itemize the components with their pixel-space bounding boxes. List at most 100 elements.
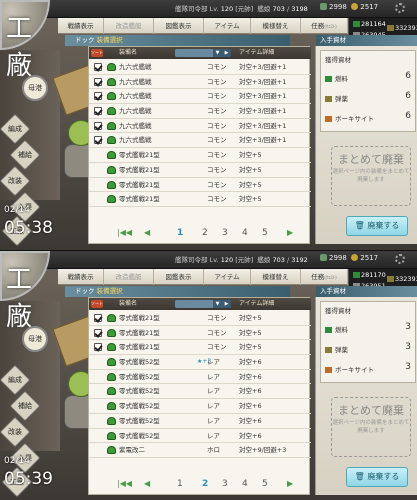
nav-2[interactable]: 図鑑表示 — [154, 18, 204, 34]
nav-0[interactable]: 戦績表示 — [58, 18, 104, 34]
equip-row[interactable]: 零式艦戦21型 コモン 対空+5 — [89, 192, 311, 207]
scrap-label: 廃棄する — [367, 221, 400, 230]
equip-row[interactable]: 九六式艦戦 コモン 対空+3/回避+1 — [89, 104, 311, 119]
bulk-scrap-area[interactable]: まとめて廃棄 選択ページ内の装備をまとめて廃棄します — [331, 146, 411, 206]
nav-5[interactable]: 任務(ｸｴｽﾄ) — [301, 269, 348, 285]
equip-row[interactable]: 零式艦戦52型 ★+3 レア 対空+6 — [89, 355, 311, 370]
sort-badge[interactable]: ソート — [91, 49, 103, 57]
page-5[interactable]: 5 — [262, 479, 268, 489]
nav-3[interactable]: アイテム — [204, 269, 251, 285]
equip-row[interactable]: 零式艦戦21型 コモン 対空+5 — [89, 178, 311, 193]
nav-2[interactable]: 図鑑表示 — [154, 269, 204, 285]
checkbox[interactable] — [94, 121, 102, 130]
admiral-info: 艦隊司令部 Lv. 120 [元帥] 艦娘 703 / 3192 — [175, 256, 308, 264]
equip-row[interactable]: 九六式艦戦 コモン 対空+3/回避+1 — [89, 119, 311, 134]
equip-row[interactable]: 零式艦戦52型 レア 対空+6 — [89, 429, 311, 444]
side-button-label: 補給 — [18, 151, 32, 159]
equip-row[interactable]: 零式艦戦52型 レア 対空+6 — [89, 399, 311, 414]
sort-right-icon[interactable]: ▶ — [222, 49, 231, 57]
scrap-label: 廃棄する — [367, 472, 400, 481]
sort-badge[interactable]: ソート — [91, 300, 103, 308]
equip-row[interactable]: 零式艦戦21型 コモン 対空+5 — [89, 311, 311, 326]
sort-down-icon[interactable]: ▼ — [213, 300, 222, 308]
equip-row[interactable]: 零式艦戦21型 コモン 対空+5 — [89, 340, 311, 356]
equip-row[interactable]: 九六式艦戦 コモン 対空+3/回避+1 — [89, 60, 311, 75]
checkbox[interactable] — [94, 136, 102, 145]
checkbox[interactable] — [94, 63, 102, 71]
equip-row[interactable]: 九六式艦戦 コモン 対空+3/回避+1 — [89, 89, 311, 105]
page-3[interactable]: 3 — [222, 479, 228, 489]
equip-detail: 対空+6 — [239, 416, 262, 425]
equip-row[interactable]: 紫電改二 ホロ 対空+9/回避+3 — [89, 443, 311, 458]
nav-3[interactable]: アイテム — [204, 18, 251, 34]
sort-down-icon[interactable]: ▼ — [213, 49, 222, 57]
scrap-button[interactable]: 🗑 廃棄する — [346, 467, 408, 487]
equip-row[interactable]: 零式艦戦52型 レア 対空+6 — [89, 370, 311, 385]
page-1[interactable]: 1 — [177, 228, 183, 238]
equip-row[interactable]: 零式艦戦52型 レア 対空+6 — [89, 414, 311, 429]
equip-row[interactable]: 零式艦戦21型 コモン 対空+5 — [89, 326, 311, 341]
nav-1[interactable]: 改造艦艇 — [104, 18, 154, 34]
page-2[interactable]: 2 — [202, 479, 208, 489]
ammo-row: 弾薬 3 — [325, 342, 413, 354]
page-2[interactable]: 2 — [202, 228, 208, 238]
nav-4[interactable]: 模様替え — [251, 18, 301, 34]
side-button-label: 編成 — [7, 125, 22, 133]
equip-detail: 対空+6 — [239, 402, 262, 411]
page-4[interactable]: 4 — [242, 228, 248, 238]
home-port-button[interactable]: 母港 — [22, 326, 48, 352]
home-port-button[interactable]: 母港 — [22, 75, 48, 101]
sort-right-icon[interactable]: ▶ — [222, 300, 231, 308]
page-5[interactable]: 5 — [262, 228, 268, 238]
equip-detail: 対空+3/回避+1 — [239, 63, 287, 71]
sort-control[interactable]: ▼ ▶ — [175, 49, 231, 57]
checkbox[interactable] — [94, 92, 102, 101]
equip-detail: 対空+5 — [239, 151, 262, 160]
admiral-level: 120 — [220, 256, 234, 264]
equip-name: 零式艦戦52型 — [119, 431, 160, 440]
first-page-icon[interactable]: |◀◀ — [117, 228, 132, 237]
page-1[interactable]: 1 — [177, 479, 183, 489]
bulk-scrap-area[interactable]: まとめて廃棄 選択ページ内の装備をまとめて廃棄します — [331, 397, 411, 457]
next-page-icon[interactable]: ▶ — [287, 228, 293, 237]
scrap-button[interactable]: 🗑 廃棄する — [346, 216, 408, 236]
equip-row[interactable]: 零式艦戦21型 コモン 対空+5 — [89, 148, 311, 163]
equip-row[interactable]: 九六式艦戦 コモン 対空+3/回避+1 — [89, 133, 311, 149]
right-panel: 入手資材 獲得資材 燃料 3 弾薬 3 ボーキサイト 3 まとめて廃棄 選択ページ内の… — [315, 286, 417, 495]
equip-name: 零式艦戦52型 — [119, 372, 160, 381]
fighter-plane-icon — [107, 136, 116, 145]
page-3[interactable]: 3 — [222, 228, 228, 238]
checkbox[interactable] — [94, 107, 102, 116]
equip-row[interactable]: 零式艦戦52型 レア 対空+6 — [89, 384, 311, 400]
nav-5[interactable]: 任務(ｸｴｽﾄ) — [301, 18, 348, 34]
bauxite-row: ボーキサイト 3 — [325, 362, 413, 374]
prev-page-icon[interactable]: ◀ — [144, 479, 150, 488]
fuel-label: 燃料 — [335, 75, 348, 83]
dock-label: ドック — [75, 36, 95, 44]
nav-label: 任務 — [311, 273, 325, 281]
screen: 艦隊司令部 Lv. 120 [元帥] 艦娘 703 / 3198 2998 25… — [0, 0, 417, 250]
nav-0[interactable]: 戦績表示 — [58, 269, 104, 285]
equip-row[interactable]: 九六式艦戦 コモン 対空+3/回避+1 — [89, 75, 311, 90]
equip-name: 零式艦戦21型 — [119, 314, 160, 322]
sort-control[interactable]: ▼ ▶ — [175, 300, 231, 308]
first-page-icon[interactable]: |◀◀ — [117, 479, 132, 488]
nav-4[interactable]: 模様替え — [251, 269, 301, 285]
bulk-scrap-title: まとめて廃棄 — [338, 153, 404, 166]
checkbox[interactable] — [94, 77, 102, 86]
fuel-amount: 6 — [405, 71, 411, 81]
settings-gear-icon[interactable] — [395, 3, 405, 13]
checkbox[interactable] — [94, 343, 102, 352]
equip-name: 零式艦戦21型 — [119, 180, 160, 189]
fighter-plane-icon — [107, 387, 116, 396]
nav-1[interactable]: 改造艦艇 — [104, 269, 154, 285]
next-page-icon[interactable]: ▶ — [287, 479, 293, 488]
equip-detail: 対空+3/回避+1 — [239, 136, 287, 145]
checkbox[interactable] — [94, 328, 102, 337]
ship-max: 3192 — [291, 256, 308, 264]
settings-gear-icon[interactable] — [395, 254, 405, 264]
checkbox[interactable] — [94, 314, 102, 322]
prev-page-icon[interactable]: ◀ — [144, 228, 150, 237]
page-4[interactable]: 4 — [242, 479, 248, 489]
equip-row[interactable]: 零式艦戦21型 コモン 対空+5 — [89, 163, 311, 178]
